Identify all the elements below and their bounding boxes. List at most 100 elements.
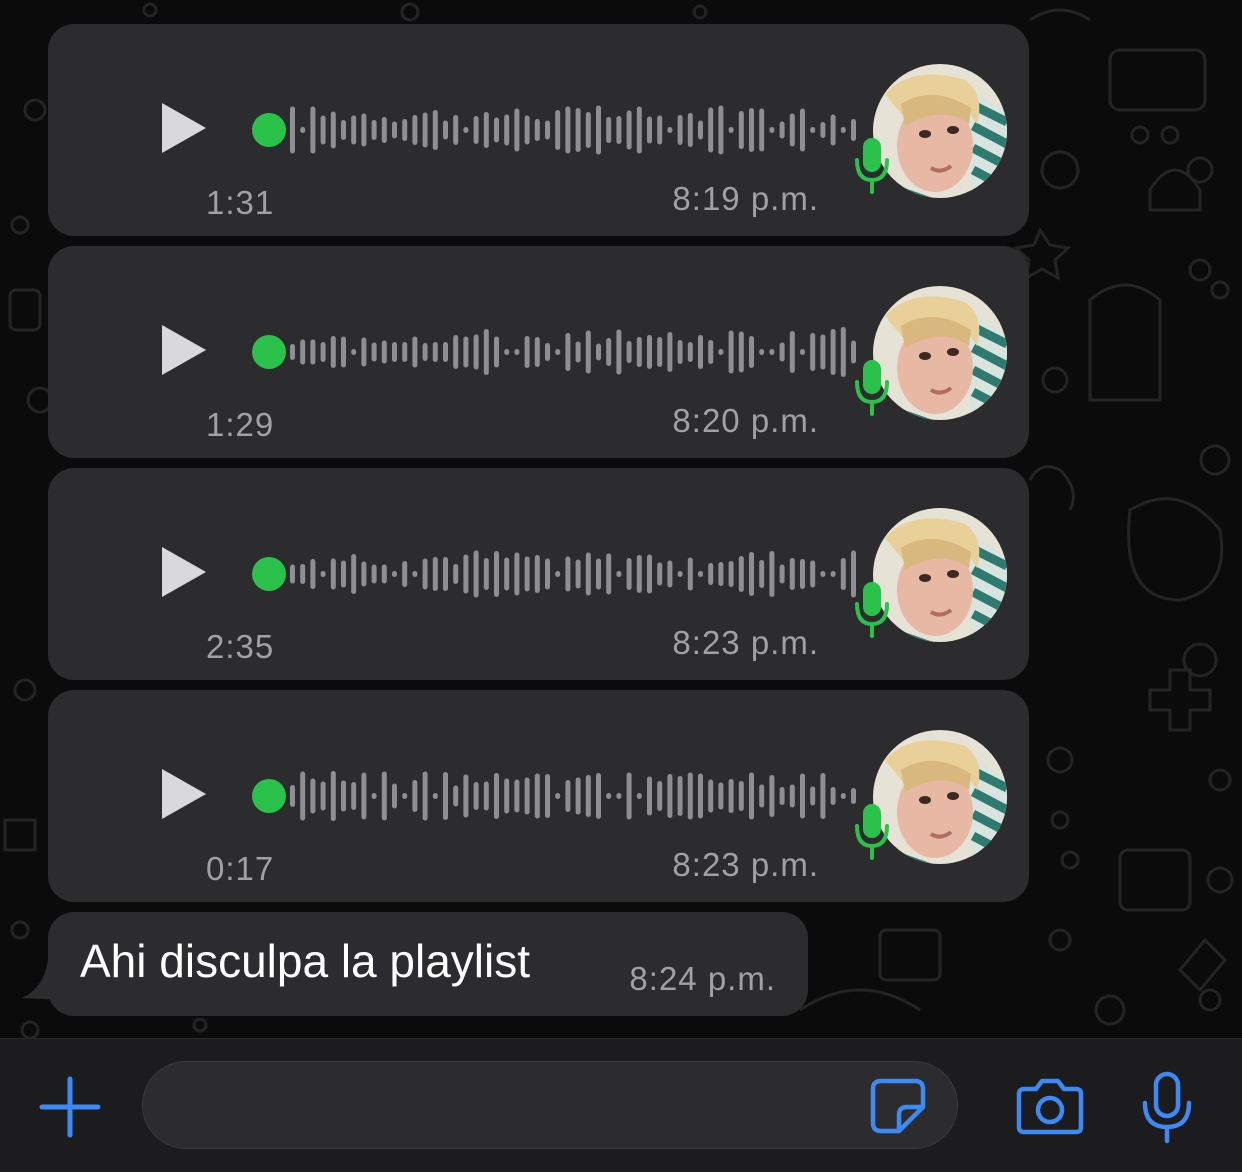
waveform-bar xyxy=(300,339,306,365)
message-time: 8:19 p.m. xyxy=(672,180,819,217)
waveform-bar xyxy=(341,336,346,368)
waveform-bar xyxy=(789,784,795,808)
waveform-bar xyxy=(647,554,652,594)
waveform-bar xyxy=(718,349,724,355)
waveform-bar xyxy=(412,780,418,812)
waveform-bar xyxy=(443,772,448,820)
play-icon[interactable] xyxy=(158,100,210,156)
sender-avatar[interactable] xyxy=(873,508,1007,642)
waveform-bar xyxy=(504,778,510,814)
waveform-bar xyxy=(800,349,805,355)
waveform-bar xyxy=(677,776,683,816)
sticker-icon[interactable] xyxy=(869,1077,927,1135)
waveform-bar xyxy=(402,561,408,587)
waveform-bar xyxy=(636,337,642,367)
waveform-bar xyxy=(300,771,306,821)
waveform-bar xyxy=(494,117,499,143)
waveform-bar xyxy=(432,110,438,150)
audio-waveform[interactable] xyxy=(248,546,868,602)
waveform-bar xyxy=(524,115,530,145)
waveform-bar xyxy=(453,785,459,807)
waveform-bar xyxy=(371,793,377,799)
audio-waveform[interactable] xyxy=(248,768,868,824)
sender-avatar[interactable] xyxy=(873,286,1007,420)
waveform-bar xyxy=(677,115,683,145)
waveform-bar xyxy=(300,564,306,584)
waveform-bar xyxy=(473,334,479,370)
play-icon[interactable] xyxy=(158,766,210,822)
waveform-bar xyxy=(708,779,714,813)
waveform-bar xyxy=(616,116,622,144)
waveform-bar xyxy=(432,557,438,591)
waveform-bar xyxy=(626,772,632,820)
waveform-bar xyxy=(738,331,744,373)
playback-position-dot[interactable] xyxy=(252,779,286,813)
waveform-bar xyxy=(371,120,377,140)
waveform-bar xyxy=(749,772,754,820)
waveform-bar xyxy=(453,335,459,369)
waveform-bar xyxy=(698,335,703,369)
waveform-bar xyxy=(392,783,397,809)
voice-duration: 2:35 xyxy=(206,628,275,665)
waveform-bar xyxy=(555,110,561,150)
voice-message: 0:17 8:23 p.m. xyxy=(48,690,1029,902)
plus-icon[interactable] xyxy=(38,1075,102,1139)
waveform-bar xyxy=(351,554,357,594)
waveform-bar xyxy=(351,115,357,145)
waveform-bar xyxy=(504,349,510,355)
waveform-bar xyxy=(626,341,632,363)
waveform-bar xyxy=(392,342,397,362)
waveform-bar xyxy=(840,793,846,799)
message-time: 8:20 p.m. xyxy=(672,402,819,439)
waveform-bar xyxy=(657,115,663,145)
audio-waveform[interactable] xyxy=(248,102,868,158)
waveform-bar xyxy=(769,551,775,597)
sender-avatar[interactable] xyxy=(873,64,1007,198)
waveform-bar xyxy=(810,333,816,371)
waveform-bar xyxy=(463,554,469,594)
message-time: 8:24 p.m. xyxy=(629,960,776,997)
waveform-bar xyxy=(463,127,469,133)
waveform-bar xyxy=(769,775,775,817)
playback-position-dot[interactable] xyxy=(252,335,286,369)
waveform-bar xyxy=(565,106,571,154)
playback-position-dot[interactable] xyxy=(252,113,286,147)
waveform-bar xyxy=(708,563,714,585)
waveform-bar xyxy=(698,773,703,819)
waveform-bar xyxy=(443,120,448,140)
text-message: Ahi disculpa la playlist 8:24 p.m. xyxy=(48,912,808,1016)
play-icon[interactable] xyxy=(158,544,210,600)
waveform-bar xyxy=(718,105,724,155)
audio-waveform[interactable] xyxy=(248,324,868,380)
waveform-bar xyxy=(320,115,326,145)
waveform-bar xyxy=(667,774,673,818)
message-input[interactable] xyxy=(142,1061,958,1149)
playback-position-dot[interactable] xyxy=(252,557,286,591)
waveform-bar xyxy=(290,785,295,807)
waveform-bar xyxy=(606,553,612,595)
waveform-bar xyxy=(514,108,520,152)
waveform-bar xyxy=(800,108,805,152)
waveform-bar xyxy=(647,776,652,816)
waveform-bar xyxy=(810,560,816,588)
waveform-bar xyxy=(545,774,550,818)
microphone-icon[interactable] xyxy=(1140,1071,1194,1145)
waveform-bar xyxy=(504,114,510,146)
play-icon[interactable] xyxy=(158,322,210,378)
waveform-bar xyxy=(290,106,295,154)
waveform-bar xyxy=(667,127,673,133)
waveform-bar xyxy=(422,558,428,590)
waveform-bar xyxy=(840,327,846,377)
sender-avatar[interactable] xyxy=(873,730,1007,864)
waveform-bar xyxy=(606,117,612,143)
camera-icon[interactable] xyxy=(1016,1077,1084,1135)
waveform-bar xyxy=(320,571,326,577)
waveform-bar xyxy=(402,342,408,362)
waveform-bar xyxy=(820,571,826,577)
voice-message: 1:31 8:19 p.m. xyxy=(48,24,1029,236)
message-time: 8:23 p.m. xyxy=(672,624,819,661)
voice-duration: 1:29 xyxy=(206,406,275,443)
waveform-bar xyxy=(514,779,520,813)
waveform-bar xyxy=(738,781,744,811)
waveform-bar xyxy=(830,114,836,146)
